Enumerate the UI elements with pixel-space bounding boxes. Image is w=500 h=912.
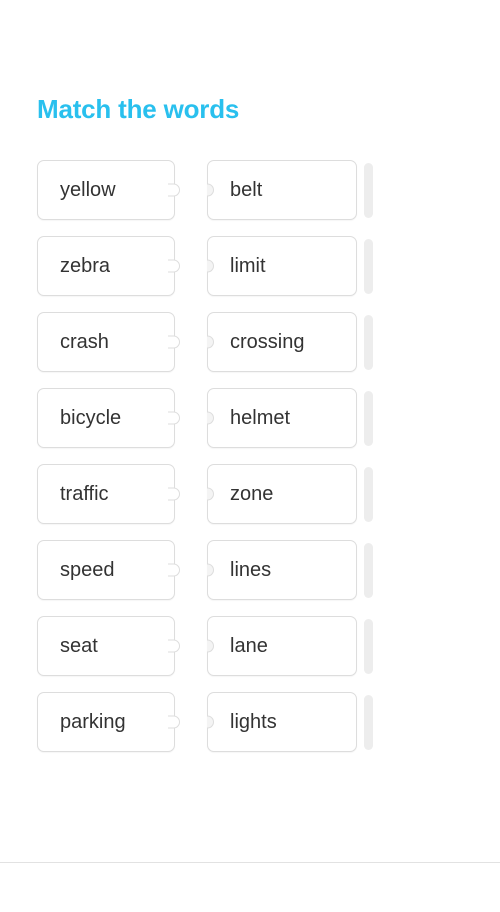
footer-bar (0, 863, 500, 912)
drag-handle[interactable] (364, 163, 373, 218)
right-word-label: lane (230, 635, 268, 657)
connector-knob-icon (166, 259, 180, 273)
right-word-card[interactable]: belt (207, 160, 357, 220)
match-row: yellow belt (0, 160, 500, 220)
match-row: traffic zone (0, 464, 500, 524)
right-word-label: lines (230, 559, 272, 581)
left-word-card[interactable]: traffic (37, 464, 180, 524)
match-row: crash crossing (0, 312, 500, 372)
left-word-card[interactable]: parking (37, 692, 180, 752)
right-word-label: crossing (230, 331, 305, 353)
drag-handle[interactable] (364, 619, 373, 674)
drag-handle[interactable] (364, 391, 373, 446)
connector-notch-icon (207, 335, 214, 349)
connector-knob-icon (166, 487, 180, 501)
connector-knob-icon (166, 715, 180, 729)
left-word-label: yellow (60, 179, 116, 201)
match-row: bicycle helmet (0, 388, 500, 448)
right-word-label: limit (230, 255, 266, 277)
drag-handle[interactable] (364, 543, 373, 598)
drag-handle[interactable] (364, 315, 373, 370)
connector-knob-icon (166, 335, 180, 349)
exercise-screen: Match the words yellow belt zebra limit cras… (0, 0, 500, 912)
left-word-card[interactable]: yellow (37, 160, 180, 220)
right-word-card[interactable]: lane (207, 616, 357, 676)
left-word-label: parking (60, 711, 126, 733)
right-word-label: zone (230, 483, 274, 505)
left-word-label: seat (60, 635, 98, 657)
connector-notch-icon (207, 715, 214, 729)
connector-notch-icon (207, 487, 214, 501)
right-word-label: belt (230, 179, 263, 201)
left-word-card[interactable]: seat (37, 616, 180, 676)
left-word-card[interactable]: crash (37, 312, 180, 372)
connector-notch-icon (207, 411, 214, 425)
connector-knob-icon (166, 639, 180, 653)
match-row: speed lines (0, 540, 500, 600)
connector-notch-icon (207, 563, 214, 577)
connector-knob-icon (166, 183, 180, 197)
left-word-label: traffic (60, 483, 109, 505)
right-word-card[interactable]: lines (207, 540, 357, 600)
connector-notch-icon (207, 259, 214, 273)
left-word-card[interactable]: speed (37, 540, 180, 600)
right-word-card[interactable]: zone (207, 464, 357, 524)
left-word-label: zebra (60, 255, 111, 277)
left-word-card[interactable]: bicycle (37, 388, 180, 448)
left-word-label: bicycle (60, 407, 122, 429)
connector-notch-icon (207, 183, 214, 197)
drag-handle[interactable] (364, 695, 373, 750)
drag-handle[interactable] (364, 239, 373, 294)
connector-knob-icon (166, 411, 180, 425)
right-word-label: lights (230, 711, 277, 733)
right-word-card[interactable]: limit (207, 236, 357, 296)
right-word-card[interactable]: helmet (207, 388, 357, 448)
page-title: Match the words (37, 94, 240, 124)
left-word-card[interactable]: zebra (37, 236, 180, 296)
left-word-label: crash (60, 331, 109, 353)
connector-knob-icon (166, 563, 180, 577)
match-row: parking lights (0, 692, 500, 752)
right-word-card[interactable]: crossing (207, 312, 357, 372)
match-row: seat lane (0, 616, 500, 676)
connector-notch-icon (207, 639, 214, 653)
match-pairs-area: yellow belt zebra limit crash crossing bicycle… (0, 160, 500, 768)
right-word-label: helmet (230, 407, 291, 429)
left-word-label: speed (60, 559, 115, 581)
match-row: zebra limit (0, 236, 500, 296)
right-word-card[interactable]: lights (207, 692, 357, 752)
drag-handle[interactable] (364, 467, 373, 522)
